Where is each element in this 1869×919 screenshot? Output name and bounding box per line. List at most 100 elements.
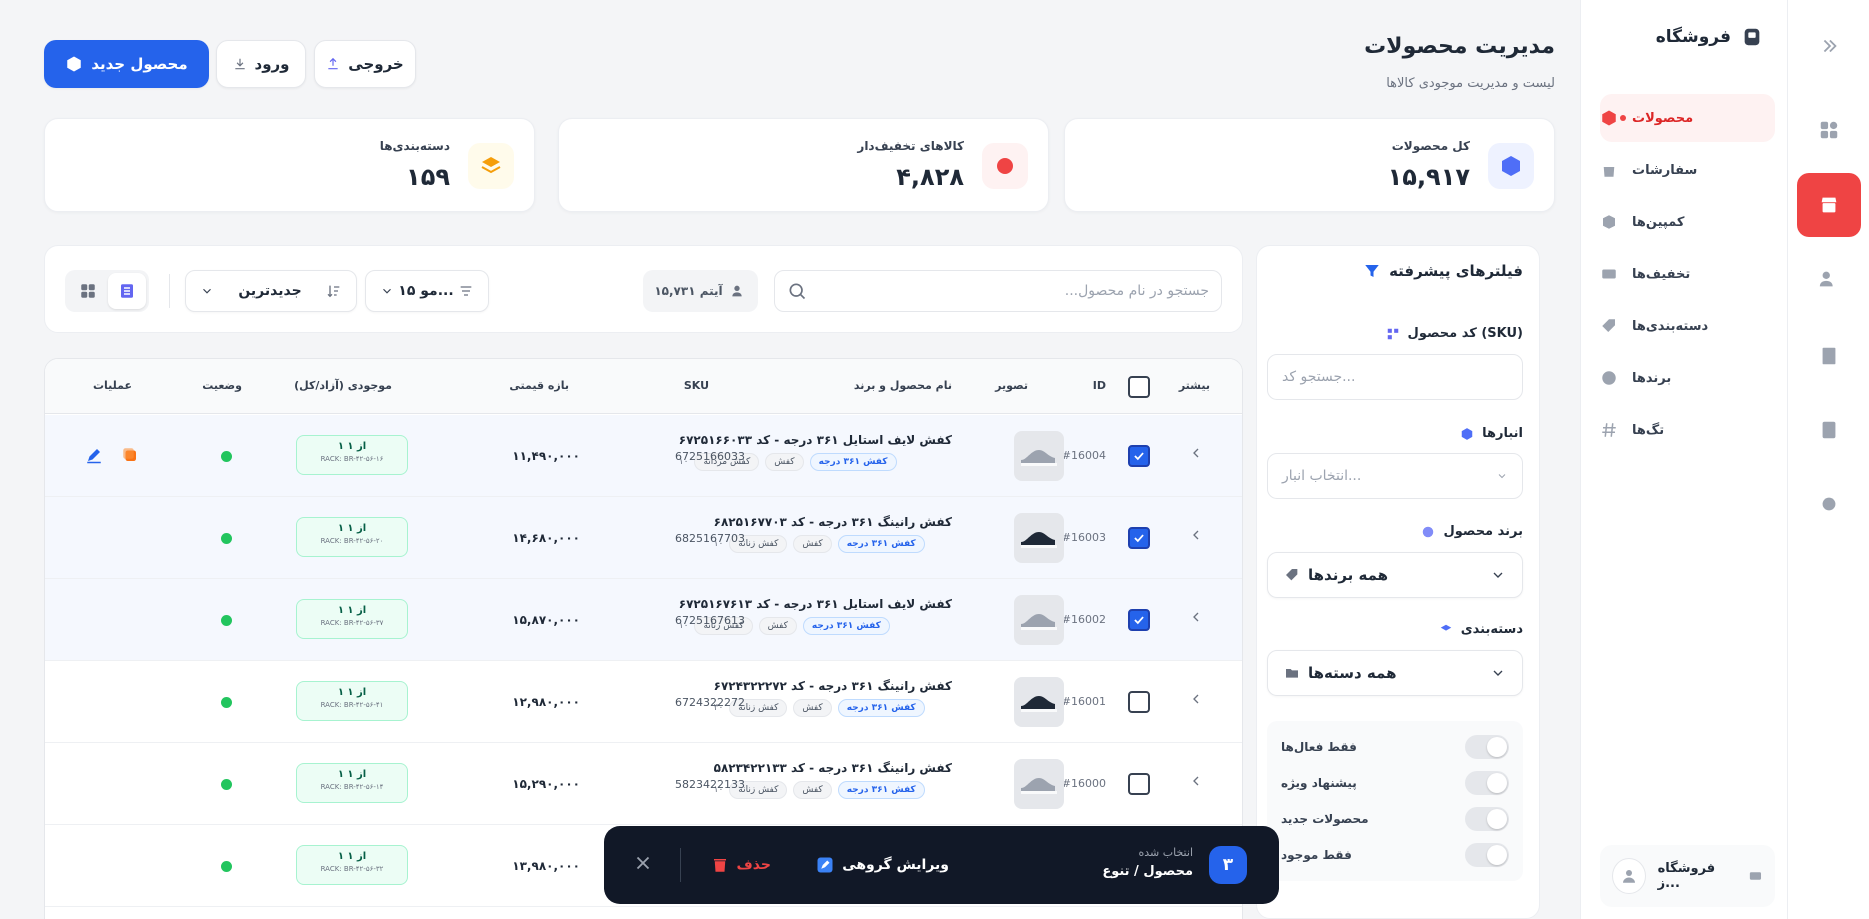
row-checkbox[interactable] [1128, 773, 1150, 795]
store-icon [1744, 28, 1760, 46]
advanced-filters-panel: فیلترهای پیشرفته کد محصول (SKU) جستجو کد… [1256, 245, 1540, 919]
collapse-icon[interactable] [1809, 26, 1849, 66]
table-row[interactable]: #16000 کفش رانینگ ۳۶۱ درجه - کد ۵۸۲۳۴۲۲۱۳… [45, 743, 1242, 825]
settings-icon[interactable] [1809, 484, 1849, 524]
table-header: بیشتر ID تصویر نام محصول و برند SKU بازه… [45, 359, 1242, 414]
sku-search-input[interactable]: جستجو کد... [1267, 354, 1523, 400]
status-indicator [221, 451, 232, 462]
col-stock: موجودی (آزاد/کل) [294, 379, 392, 392]
select-all-checkbox[interactable] [1128, 376, 1150, 398]
user-icon [1622, 870, 1635, 883]
trash-icon [713, 859, 726, 872]
sidebar-item-campaigns[interactable]: کمپین‌ها [1600, 198, 1775, 246]
product-name[interactable]: کفش رانینگ ۳۶۱ درجه - کد ۵۸۲۳۴۲۲۱۳۳ [714, 761, 952, 775]
bulk-delete-button[interactable]: حذف [711, 856, 771, 874]
toggle-in-stock[interactable]: فقط موجود [1281, 843, 1509, 867]
product-sku: 6825167703 [675, 532, 745, 545]
palette-icon [1602, 371, 1616, 385]
sidebar-item-tags[interactable]: تگ‌ها [1600, 406, 1775, 454]
rack-code: RACK: BR-۴۲-۵۶-۱۶ [320, 455, 384, 463]
sidebar-item-categories[interactable]: دسته‌بندی‌ها [1600, 302, 1775, 350]
bulk-edit-button[interactable]: ویرایش گروهی [816, 856, 949, 874]
product-name[interactable]: کفش رانینگ ۳۶۱ درجه - کد ۶۷۲۴۳۲۲۲۷۲ [714, 679, 952, 693]
search-placeholder: جستجو در نام محصول... [1064, 283, 1209, 299]
document-icon[interactable] [1809, 410, 1849, 450]
filter-icon [1365, 265, 1379, 277]
table-row[interactable]: #16002 کفش لایف استایل ۳۶۱ درجه - کد ۶۷۲۵… [45, 579, 1242, 661]
rack-code: RACK: BR-۴۲-۵۶-۴۱ [320, 701, 384, 709]
expand-row-button[interactable] [1188, 527, 1204, 547]
toggle-switch[interactable] [1465, 735, 1509, 759]
grid-view-button[interactable] [69, 273, 107, 309]
warehouse-select[interactable]: انتخاب انبار... [1267, 453, 1523, 499]
expand-row-button[interactable] [1188, 773, 1204, 793]
row-checkbox[interactable] [1128, 527, 1150, 549]
toggle-new-products[interactable]: محصولات جدید [1281, 807, 1509, 831]
close-button[interactable] [632, 852, 654, 878]
expand-row-button[interactable] [1188, 445, 1204, 465]
building-icon[interactable] [1809, 336, 1849, 376]
bulk-edit-label: ویرایش گروهی [842, 857, 949, 873]
table-row[interactable]: #16004 کفش لایف استایل ۳۶۱ درجه - کد ۶۷۲۵… [45, 415, 1242, 497]
category-label: دسته‌بندی [1439, 622, 1523, 637]
stock-value: ۱ از ۱ [337, 605, 367, 616]
product-name[interactable]: کفش لایف استایل ۳۶۱ درجه - کد ۶۷۲۵۱۶۶۰۳۳ [679, 433, 952, 447]
sidebar-item-orders[interactable]: سفارشات [1600, 146, 1775, 194]
users-icon[interactable] [1809, 259, 1849, 299]
bulk-delete-label: حذف [736, 857, 771, 873]
product-search-input[interactable]: جستجو در نام محصول... [774, 270, 1222, 312]
folder-icon [1286, 669, 1298, 678]
import-button[interactable]: ورود [216, 40, 306, 88]
sidebar-item-discounts[interactable]: تخفیف‌ها [1600, 250, 1775, 298]
brand-select[interactable]: همه برندها [1267, 552, 1523, 598]
table-row[interactable]: #16001 کفش رانینگ ۳۶۱ درجه - کد ۶۷۲۴۳۲۲۲۷… [45, 661, 1242, 743]
sidebar-item-products[interactable]: محصولات [1600, 94, 1775, 142]
toggles-box: فقط فعال‌ها پیشنهاد ویژه محصولات جدید فق… [1267, 721, 1523, 881]
per-page-select[interactable]: ۱۵ مو... [365, 270, 489, 312]
stat-card-total: کل محصولات ۱۵,۹۱۷ [1064, 118, 1555, 212]
product-thumbnail [1014, 431, 1064, 481]
toggle-active-only[interactable]: فقط فعال‌ها [1281, 735, 1509, 759]
store-switcher[interactable]: فروشگاه ز... [1600, 845, 1775, 907]
sku-label: کد محصول (SKU) [1386, 326, 1523, 341]
expand-row-button[interactable] [1188, 691, 1204, 711]
stat-value: ۱۵,۹۱۷ [1387, 163, 1470, 191]
sidebar-item-brands[interactable]: برندها [1600, 354, 1775, 402]
toggle-switch[interactable] [1465, 843, 1509, 867]
warehouse-label-text: انبارها [1482, 426, 1523, 441]
dashboard-icon[interactable] [1809, 110, 1849, 150]
product-tag: کفش [793, 699, 832, 717]
col-id: ID [1092, 379, 1106, 392]
toggle-switch[interactable] [1465, 807, 1509, 831]
toggle-special-offer[interactable]: پیشنهاد ویژه [1281, 771, 1509, 795]
edit-button[interactable] [85, 446, 103, 468]
row-checkbox[interactable] [1128, 691, 1150, 713]
export-button[interactable]: خروجی [314, 40, 416, 88]
expand-row-button[interactable] [1188, 609, 1204, 629]
main-content: مدیریت محصولات لیست و مدیریت موجودی کالا… [44, 0, 1555, 919]
page-subtitle: لیست و مدیریت موجودی کالاها [1386, 76, 1555, 91]
category-select[interactable]: همه دسته‌ها [1267, 650, 1523, 696]
shop-icon[interactable] [1796, 173, 1861, 237]
product-id: #16004 [1061, 449, 1106, 462]
row-checkbox[interactable] [1128, 445, 1150, 467]
product-id: #16003 [1061, 531, 1106, 544]
layers-icon [468, 143, 514, 189]
chevron-left-icon [1193, 448, 1199, 458]
view-toggle [65, 270, 149, 312]
stat-value: ۱۵۹ [406, 163, 450, 191]
icon-rail [1787, 0, 1869, 919]
product-name[interactable]: کفش لایف استایل ۳۶۱ درجه - کد ۶۷۲۵۱۶۷۶۱۳ [679, 597, 952, 611]
toggle-switch[interactable] [1465, 771, 1509, 795]
warehouse-placeholder: انتخاب انبار... [1282, 468, 1362, 484]
shoe-icon [1021, 450, 1057, 466]
new-product-button[interactable]: محصول جدید [44, 40, 209, 88]
sort-select[interactable]: جدیدترین [185, 270, 357, 312]
table-row[interactable]: #16003 کفش رانینگ ۳۶۱ درجه - کد ۶۸۲۵۱۶۷۷۰… [45, 497, 1242, 579]
row-checkbox[interactable] [1128, 609, 1150, 631]
product-tag: کفش [793, 781, 832, 799]
product-name[interactable]: کفش رانینگ ۳۶۱ درجه - کد ۶۸۲۵۱۶۷۷۰۳ [714, 515, 952, 529]
duplicate-button[interactable] [121, 446, 139, 468]
list-view-button[interactable] [107, 273, 146, 309]
product-tag: کفش [793, 535, 832, 553]
